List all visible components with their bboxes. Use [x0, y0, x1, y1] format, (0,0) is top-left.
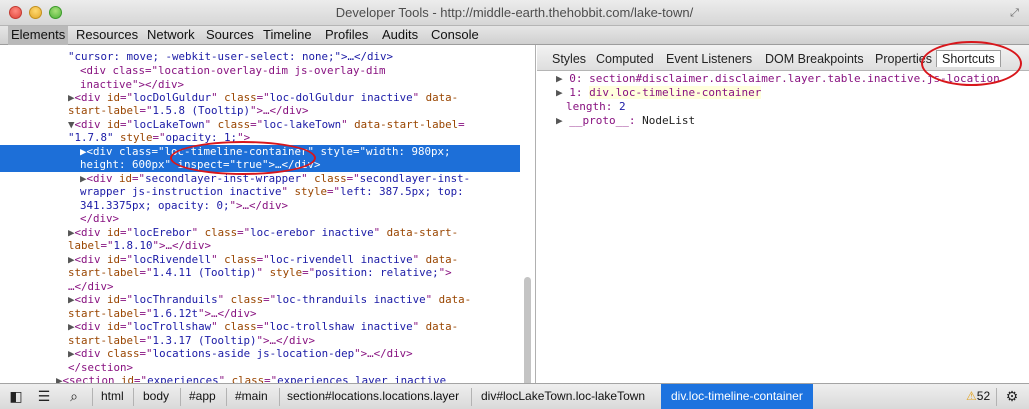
dom-node-locRivendell[interactable]: ▶<div id="locRivendell" class="loc-riven… [68, 253, 458, 267]
dom-node-locDolGuldur[interactable]: ▶<div id="locDolGuldur" class="loc-dolGu… [68, 91, 458, 105]
tab-dom-breakpoints[interactable]: DOM Breakpoints [765, 52, 864, 66]
dom-line[interactable]: 341.3375px; opacity: 0;">…</div> [80, 199, 288, 213]
list-item[interactable]: ▶ 0: section#disclaimer.disclaimer.layer… [556, 72, 1000, 86]
console-drawer-icon[interactable]: ☰ [34, 384, 54, 409]
dom-line[interactable]: inactive"></div> [80, 78, 184, 92]
divider [996, 388, 997, 406]
tab-audits[interactable]: Audits [379, 26, 421, 45]
tab-resources[interactable]: Resources [73, 26, 141, 45]
divider [226, 388, 227, 406]
expand-triangle-icon[interactable]: ▶ [556, 72, 563, 85]
divider [471, 388, 472, 406]
list-item: length: 2 [566, 100, 626, 113]
tab-event-listeners[interactable]: Event Listeners [666, 52, 752, 66]
tab-computed[interactable]: Computed [596, 52, 654, 66]
tab-console[interactable]: Console [428, 26, 482, 45]
gear-icon[interactable]: ⚙ [1002, 384, 1022, 409]
breadcrumb-div-loc-timeline-container[interactable]: div.loc-timeline-container [661, 384, 813, 409]
dom-line[interactable]: start-label="1.3.17 (Tooltip)">…</div> [68, 334, 315, 348]
breadcrumb-section-locations[interactable]: section#locations.locations.layer [287, 384, 459, 409]
tab-profiles[interactable]: Profiles [322, 26, 371, 45]
tab-shortcuts[interactable]: Shortcuts [936, 50, 1001, 67]
warning-count[interactable]: ⚠52 [966, 384, 990, 409]
dom-tree-pane[interactable]: "cursor: move; -webkit-user-select: none… [0, 45, 536, 383]
breadcrumb-app[interactable]: #app [189, 384, 216, 409]
dom-line[interactable]: label="1.8.10">…</div> [68, 239, 211, 253]
breadcrumb-body[interactable]: body [143, 384, 169, 409]
warning-count-value: 52 [976, 389, 991, 403]
dom-line[interactable]: wrapper js-instruction inactive" style="… [80, 185, 464, 199]
tab-elements[interactable]: Elements [8, 26, 69, 45]
window-title: Developer Tools - http://middle-earth.th… [335, 5, 694, 20]
dom-line[interactable]: start-label="1.6.12t">…</div> [68, 307, 257, 321]
dom-line[interactable]: </section> [68, 361, 133, 375]
dom-tree-scrollbar[interactable] [524, 277, 531, 383]
dom-line[interactable]: "cursor: move; -webkit-user-select: none… [68, 50, 393, 64]
dom-node-experiences[interactable]: ▶<section id="experiences" class="experi… [56, 374, 446, 383]
expand-triangle-icon[interactable]: ▶ [556, 86, 563, 99]
dom-line[interactable]: …</div> [68, 280, 114, 294]
list-item[interactable]: ▶ 1: div.loc-timeline-container [556, 86, 762, 100]
dom-line[interactable]: </div> [80, 212, 119, 226]
sidebar-pane: Styles Computed Event Listeners DOM Brea… [537, 45, 1029, 383]
dom-line[interactable]: start-label="1.4.11 (Tooltip)" style="po… [68, 266, 452, 280]
panel-toolbar: Elements Resources Network Sources Timel… [0, 26, 1029, 45]
tab-styles[interactable]: Styles [552, 52, 586, 66]
dom-node-locThranduils[interactable]: ▶<div id="locThranduils" class="loc-thra… [68, 293, 471, 307]
dom-node-locations-aside[interactable]: ▶<div class="locations-aside js-location… [68, 347, 413, 361]
warning-icon: ⚠ [966, 389, 977, 403]
title-bar: Developer Tools - http://middle-earth.th… [0, 0, 1029, 26]
dom-line[interactable]: <div class="location-overlay-dim js-over… [80, 64, 386, 78]
tab-sources[interactable]: Sources [203, 26, 257, 45]
dom-line[interactable]: "1.7.8" style="opacity: 1;"> [68, 131, 250, 145]
divider [92, 388, 93, 406]
dom-node-locTrollshaw[interactable]: ▶<div id="locTrollshaw" class="loc-troll… [68, 320, 458, 334]
dom-node-locLakeTown[interactable]: ▼<div id="locLakeTown" class="loc-lakeTo… [68, 118, 465, 132]
breadcrumb-div-locLakeTown[interactable]: div#locLakeTown.loc-lakeTown [481, 384, 645, 409]
dock-toggle-icon[interactable]: ◧ [6, 384, 26, 409]
status-bar: ◧ ☰ ⌕ html body #app #main section#locat… [0, 383, 1029, 409]
dom-node-secondlayer-inst-wrapper[interactable]: ▶<div id="secondlayer-inst-wrapper" clas… [80, 172, 470, 186]
tab-properties[interactable]: Properties [875, 52, 932, 66]
tab-timeline[interactable]: Timeline [260, 26, 315, 45]
search-icon[interactable]: ⌕ [64, 384, 84, 409]
dom-line[interactable]: height: 600px" inspect="true">…</div> [80, 158, 321, 172]
list-item[interactable]: ▶ __proto__: NodeList [556, 114, 695, 128]
dom-node-locErebor[interactable]: ▶<div id="locErebor" class="loc-erebor i… [68, 226, 458, 240]
divider [180, 388, 181, 406]
divider [133, 388, 134, 406]
breadcrumb-main[interactable]: #main [235, 384, 268, 409]
dom-node-loc-timeline-container[interactable]: ▶<div class="loc-timeline-container" sty… [80, 145, 451, 159]
expand-triangle-icon[interactable]: ▶ [556, 114, 563, 127]
fullscreen-icon[interactable]: ⤢ [1008, 6, 1021, 19]
tab-network[interactable]: Network [144, 26, 198, 45]
divider [279, 388, 280, 406]
dom-line[interactable]: start-label="1.5.8 (Tooltip)">…</div> [68, 104, 309, 118]
breadcrumb-html[interactable]: html [101, 384, 124, 409]
sidebar-tabs: Styles Computed Event Listeners DOM Brea… [537, 45, 1029, 71]
